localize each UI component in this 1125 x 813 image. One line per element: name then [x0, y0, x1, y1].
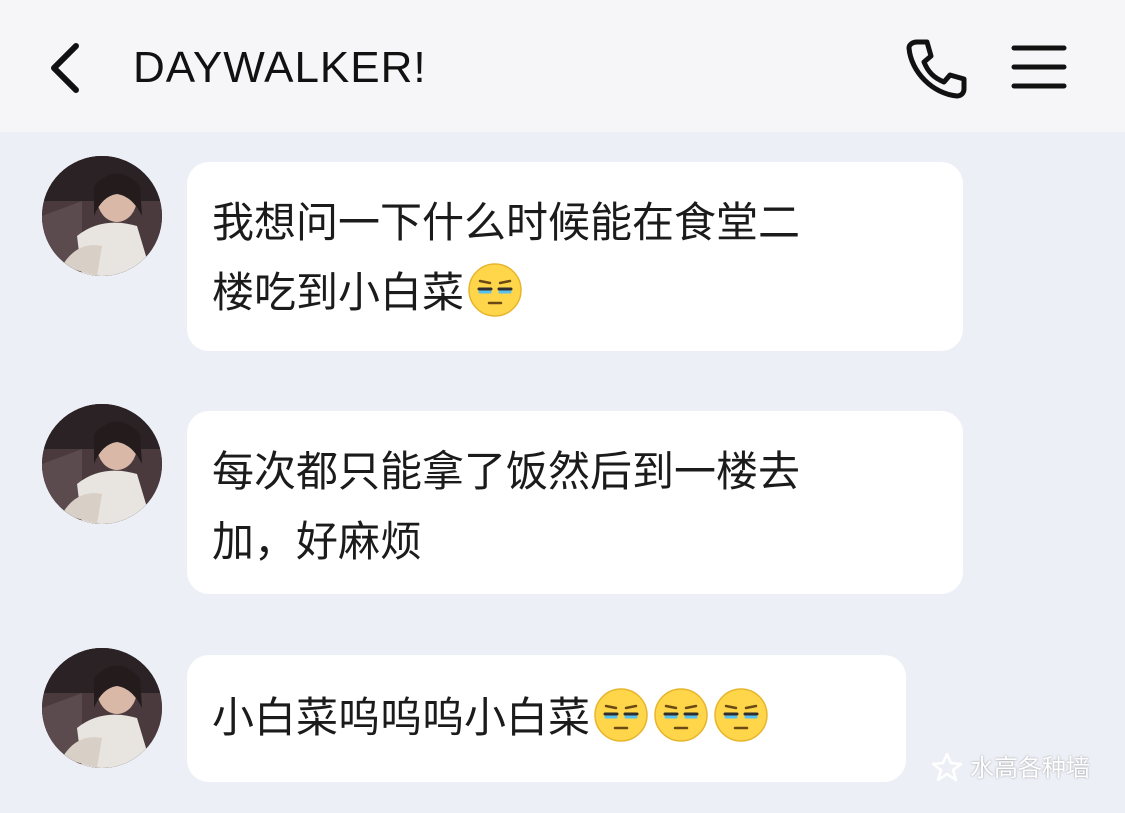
message-line-group: 小白菜呜呜呜小白菜 [212, 683, 880, 753]
call-button[interactable] [903, 36, 969, 100]
avatar[interactable] [42, 156, 162, 276]
avatar[interactable] [42, 404, 162, 524]
message-text: 每次都只能拿了饭然后到一楼去 [212, 447, 801, 496]
avatar-photo [42, 156, 162, 276]
avatar-photo [42, 648, 162, 768]
star-logo-icon [931, 752, 963, 782]
watermark: 水高各种墙 [930, 748, 1090, 788]
unamused-face-icon [466, 261, 524, 319]
watermark-text: 水高各种墙 [970, 754, 1090, 782]
message-bubble[interactable]: 小白菜呜呜呜小白菜 [187, 655, 906, 782]
unamused-face-icon [592, 686, 650, 744]
message-text: 我想问一下什么时候能在食堂二 [212, 198, 801, 247]
message-text: 小白菜呜呜呜小白菜 [212, 693, 591, 742]
message-text: 楼吃到小白菜 [212, 268, 465, 317]
chevron-left-icon [51, 43, 79, 93]
unamused-face-icon [712, 686, 770, 744]
chat-title: DAYWALKER! [133, 43, 427, 92]
message-line-group: 楼吃到小白菜 [212, 258, 937, 328]
avatar[interactable] [42, 648, 162, 768]
message-bubble[interactable]: 每次都只能拿了饭然后到一楼去 加，好麻烦 [187, 411, 963, 594]
message-bubble[interactable]: 我想问一下什么时候能在食堂二 楼吃到小白菜 [187, 162, 963, 351]
message-text: 加，好麻烦 [212, 517, 423, 566]
chat-header: DAYWALKER! [0, 0, 1125, 132]
hamburger-menu-icon [1011, 45, 1067, 89]
phone-icon [906, 39, 967, 99]
menu-button[interactable] [1008, 40, 1070, 94]
unamused-face-icon [652, 686, 710, 744]
back-button[interactable] [40, 36, 96, 100]
avatar-photo [42, 404, 162, 524]
